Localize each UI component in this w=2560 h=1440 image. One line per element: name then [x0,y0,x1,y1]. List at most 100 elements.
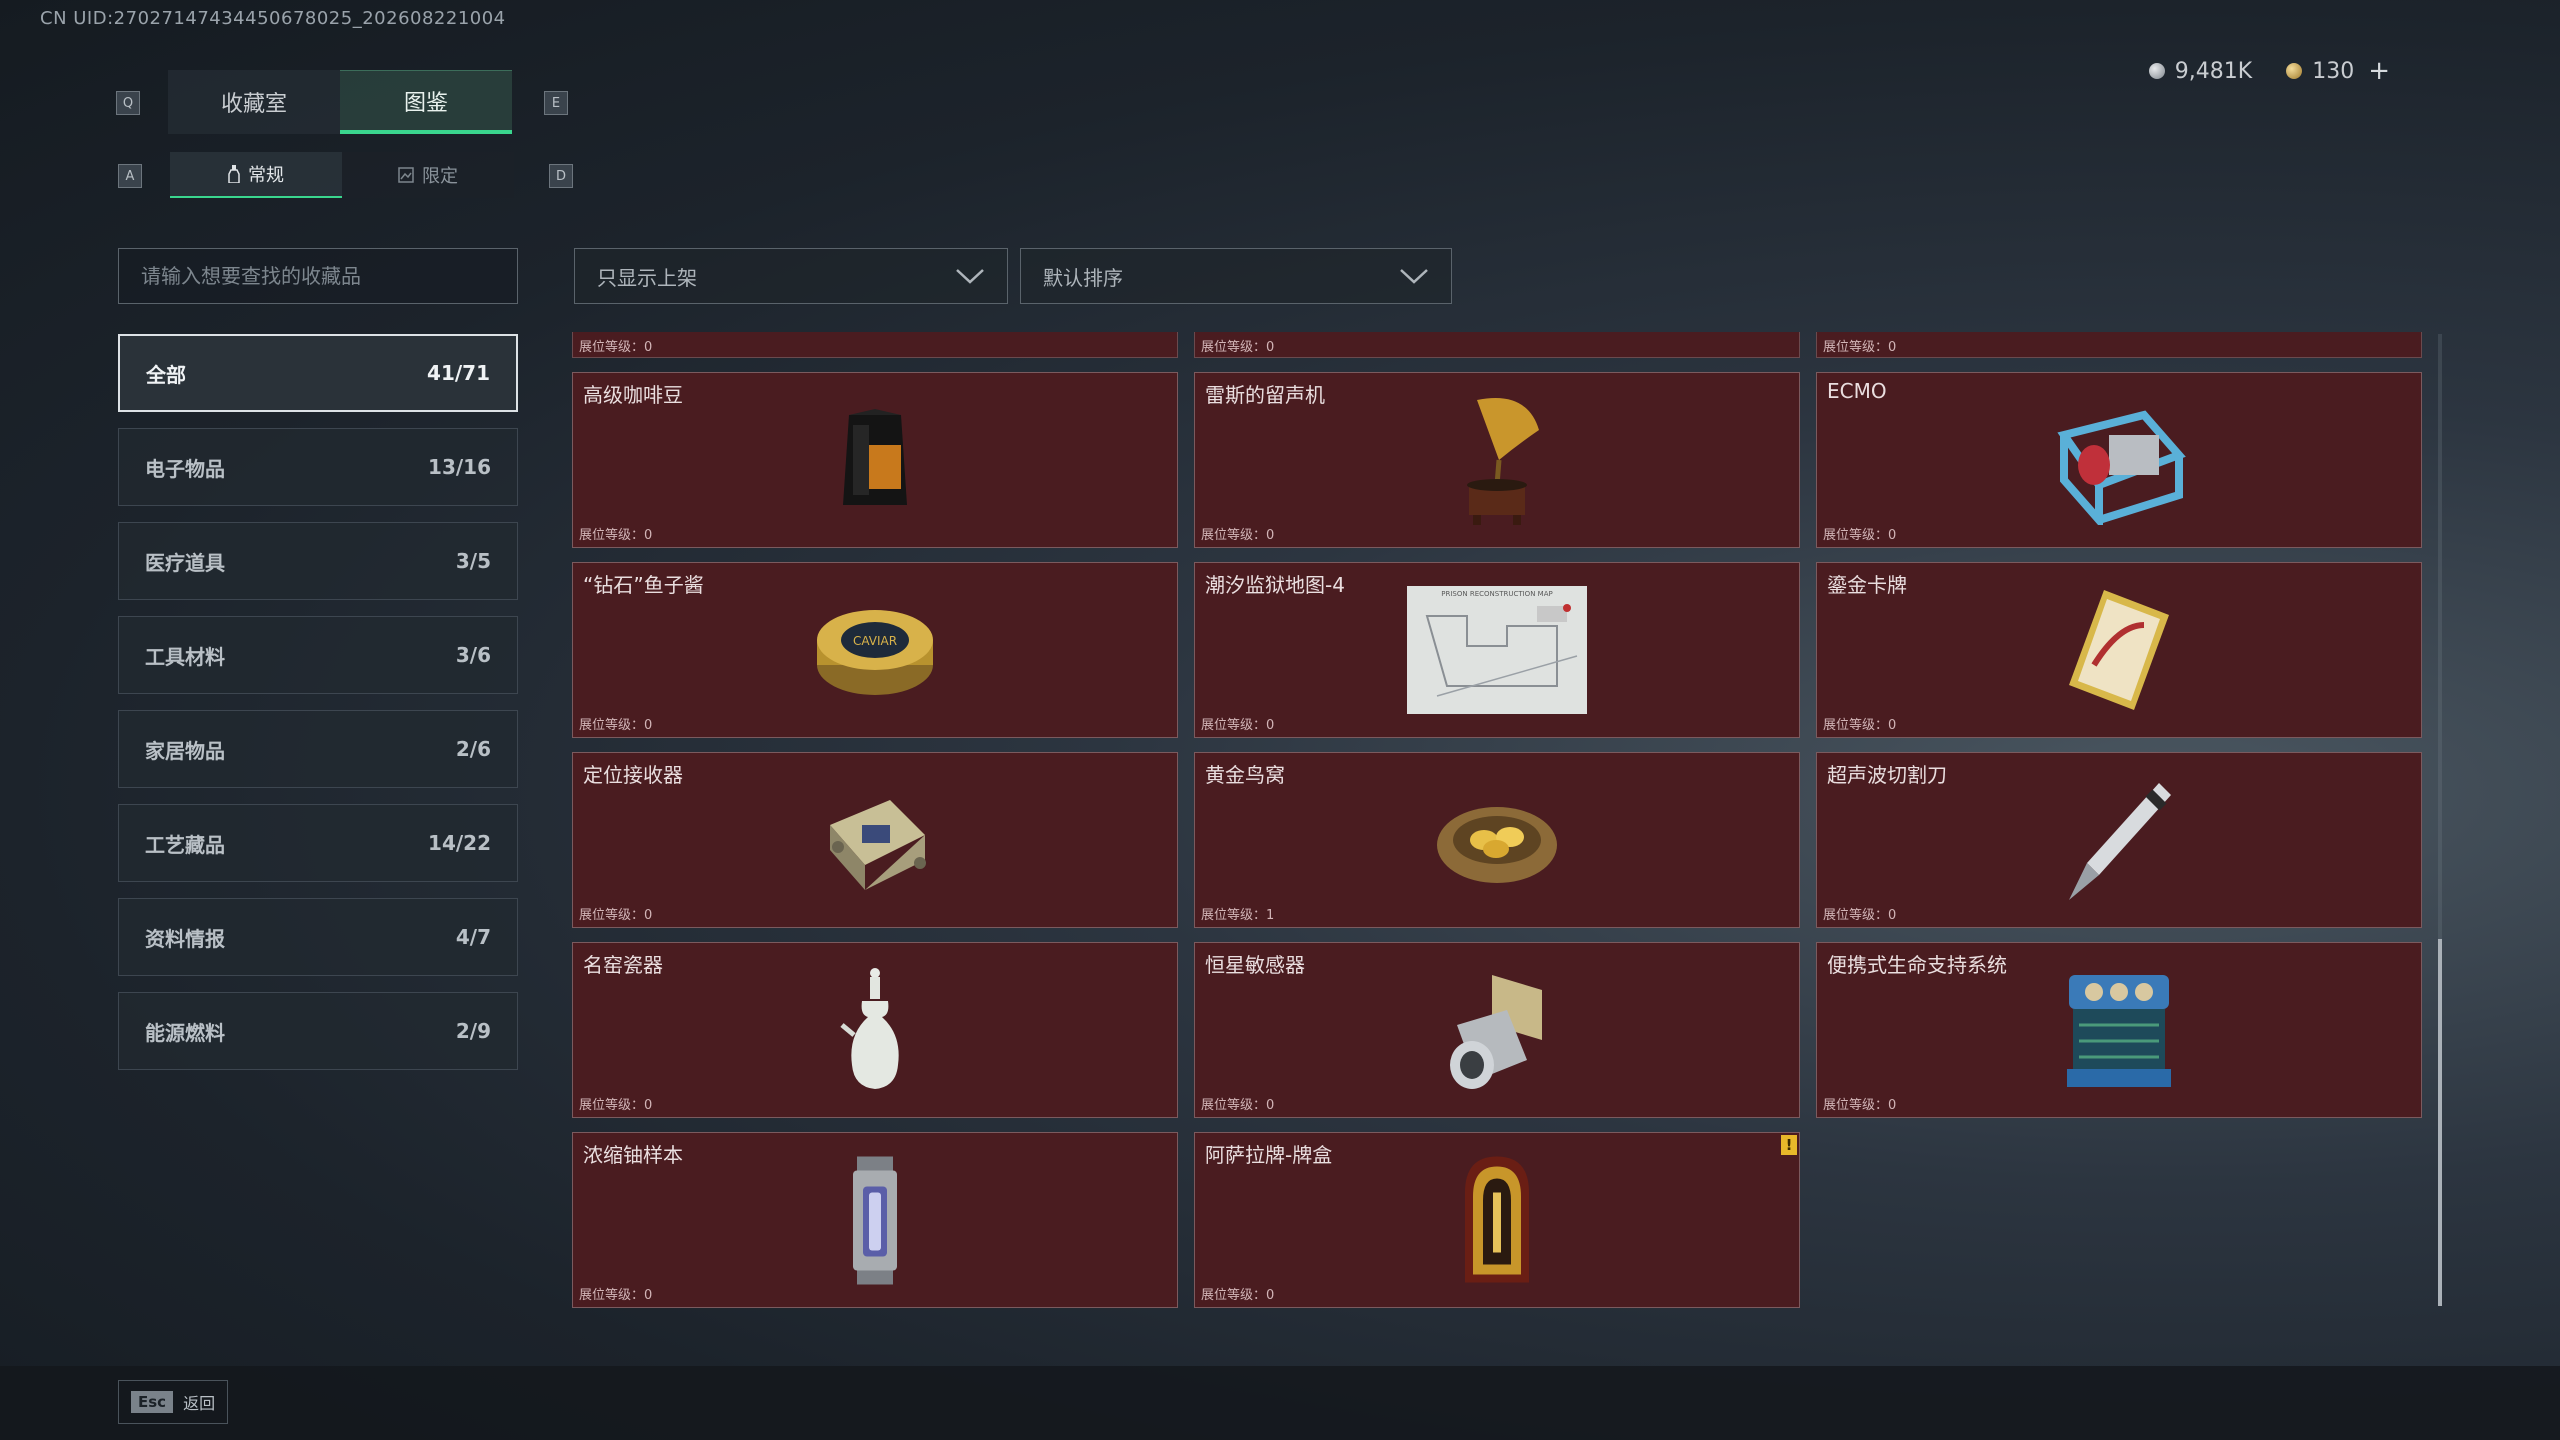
item-card[interactable]: ECMO 展位等级：0 [1816,372,2422,548]
item-level: 展位等级：0 [579,718,653,733]
item-level: 展位等级：0 [579,1288,653,1303]
item-name: 雷斯的留声机 [1205,383,1325,407]
sort-value: 默认排序 [1043,265,1123,290]
category-tools[interactable]: 工具材料 3/6 [118,616,518,694]
coffee-bag-icon [843,409,907,505]
category-household[interactable]: 家居物品 2/6 [118,710,518,788]
item-level: 展位等级：0 [579,528,653,543]
item-name: 鎏金卡牌 [1827,573,1907,597]
item-name: 定位接收器 [583,763,683,787]
item-name: 恒星敏感器 [1205,953,1305,977]
category-name: 工具材料 [145,644,225,669]
category-name: 全部 [146,362,186,387]
back-button[interactable]: Esc 返回 [118,1380,228,1424]
item-card[interactable]: 恒星敏感器 展位等级：0 [1194,942,1800,1118]
main-tabs: 收藏室 图鉴 [168,70,512,134]
chevron-down-icon [1400,269,1428,284]
item-level: 展位等级：1 [1201,908,1275,923]
currency-bar: 9,481K 130 + [2148,56,2390,86]
item-level: 展位等级：0 [1823,908,1897,923]
item-card[interactable]: 阿萨拉牌-牌盒 ! 展位等级：0 [1194,1132,1800,1308]
image-icon [398,167,414,183]
item-card[interactable]: “钻石”鱼子酱 CAVIAR 展位等级：0 [572,562,1178,738]
porcelain-vase-icon [840,968,899,1089]
prison-map-icon: PRISON RECONSTRUCTION MAP [1407,586,1587,714]
category-name: 能源燃料 [145,1020,225,1045]
item-card[interactable]: 浓缩铀样本 展位等级：0 [572,1132,1178,1308]
item-level: 展位等级：0 [1201,718,1275,733]
item-name: 阿萨拉牌-牌盒 [1205,1143,1333,1167]
item-card[interactable]: 鎏金卡牌 展位等级：0 [1816,562,2422,738]
category-all[interactable]: 全部 41/71 [118,334,518,412]
item-card-partial[interactable]: 展位等级：0 [572,332,1178,358]
category-crafts[interactable]: 工艺藏品 14/22 [118,804,518,882]
add-currency-button[interactable]: + [2368,56,2390,86]
tab-codex[interactable]: 图鉴 [340,70,512,134]
category-count: 41/71 [427,361,490,385]
chevron-down-icon [956,269,984,284]
item-card-partial[interactable]: 展位等级：0 [1194,332,1800,358]
item-card[interactable]: 便携式生命支持系统 展位等级：0 [1816,942,2422,1118]
prev-subtab-key[interactable]: A [118,164,142,188]
item-card[interactable]: 高级咖啡豆 展位等级：0 [572,372,1178,548]
item-name: 潮汐监狱地图-4 [1205,573,1345,597]
next-tab-key[interactable]: E [544,91,568,115]
item-name: ECMO [1827,379,1887,403]
gold-amount: 130 [2312,58,2355,84]
category-name: 电子物品 [145,456,225,481]
svg-text:CAVIAR: CAVIAR [853,634,897,648]
footer-bar [0,1366,2560,1440]
item-level: 展位等级：0 [1823,528,1897,543]
category-name: 家居物品 [145,738,225,763]
category-count: 2/6 [455,737,491,761]
category-list: 全部 41/71 电子物品 13/16 医疗道具 3/5 工具材料 3/6 家居物品 2/… [118,334,518,1086]
sub-tabs: 常规 限定 [170,152,514,198]
category-count: 4/7 [455,925,491,949]
search-input[interactable] [118,248,518,304]
grid-scrollbar[interactable] [2438,334,2442,1306]
item-card[interactable]: 雷斯的留声机 展位等级：0 [1194,372,1800,548]
tab-collection-room[interactable]: 收藏室 [168,70,340,134]
scrollbar-thumb[interactable] [2438,939,2442,1306]
gold-currency: 130 + [2286,56,2390,86]
shelf-filter-dropdown[interactable]: 只显示上架 [574,248,1008,304]
item-card-partial[interactable]: 展位等级：0 [1816,332,2422,358]
item-level: 展位等级：0 [579,340,653,355]
next-subtab-key[interactable]: D [549,164,573,188]
category-electronics[interactable]: 电子物品 13/16 [118,428,518,506]
item-card[interactable]: 名窑瓷器 展位等级：0 [572,942,1178,1118]
category-intel[interactable]: 资料情报 4/7 [118,898,518,976]
category-count: 13/16 [428,455,491,479]
item-level: 展位等级：0 [1823,718,1897,733]
category-count: 3/6 [455,643,491,667]
prev-tab-key[interactable]: Q [116,91,140,115]
item-level: 展位等级：0 [579,908,653,923]
back-label: 返回 [183,1394,216,1413]
category-medical[interactable]: 医疗道具 3/5 [118,522,518,600]
item-card[interactable]: 黄金鸟窝 展位等级：1 [1194,752,1800,928]
item-card[interactable]: 潮汐监狱地图-4 PRISON RECONSTRUCTION MAP 展位等级：… [1194,562,1800,738]
item-name: 超声波切割刀 [1827,763,1947,787]
item-name: 名窑瓷器 [583,953,663,977]
gilded-card-icon [2069,590,2169,710]
uid-label: CN UID:270271474344506780​25_20260822100… [40,8,506,29]
category-count: 14/22 [428,831,491,855]
item-card[interactable]: 定位接收器 展位等级：0 [572,752,1178,928]
ultrasonic-cutter-icon [2069,783,2171,900]
category-energy[interactable]: 能源燃料 2/9 [118,992,518,1070]
category-name: 工艺藏品 [145,832,225,857]
category-name: 医疗道具 [145,550,225,575]
item-level: 展位等级：0 [1823,1098,1897,1113]
subtab-regular[interactable]: 常规 [170,152,342,198]
item-card[interactable]: 超声波切割刀 展位等级：0 [1816,752,2422,928]
category-count: 3/5 [455,549,491,573]
shelf-filter-value: 只显示上架 [597,265,697,290]
item-grid: 展位等级：0 展位等级：0 展位等级：0 高级咖啡豆 展位等级：0 雷斯的留声机… [572,332,2426,1308]
item-level: 展位等级：0 [1201,528,1275,543]
category-count: 2/9 [455,1019,491,1043]
subtab-limited[interactable]: 限定 [342,152,514,198]
item-level: 展位等级：0 [1201,340,1275,355]
sort-dropdown[interactable]: 默认排序 [1020,248,1452,304]
silver-coin-icon [2148,63,2165,79]
locator-receiver-icon [830,800,926,890]
